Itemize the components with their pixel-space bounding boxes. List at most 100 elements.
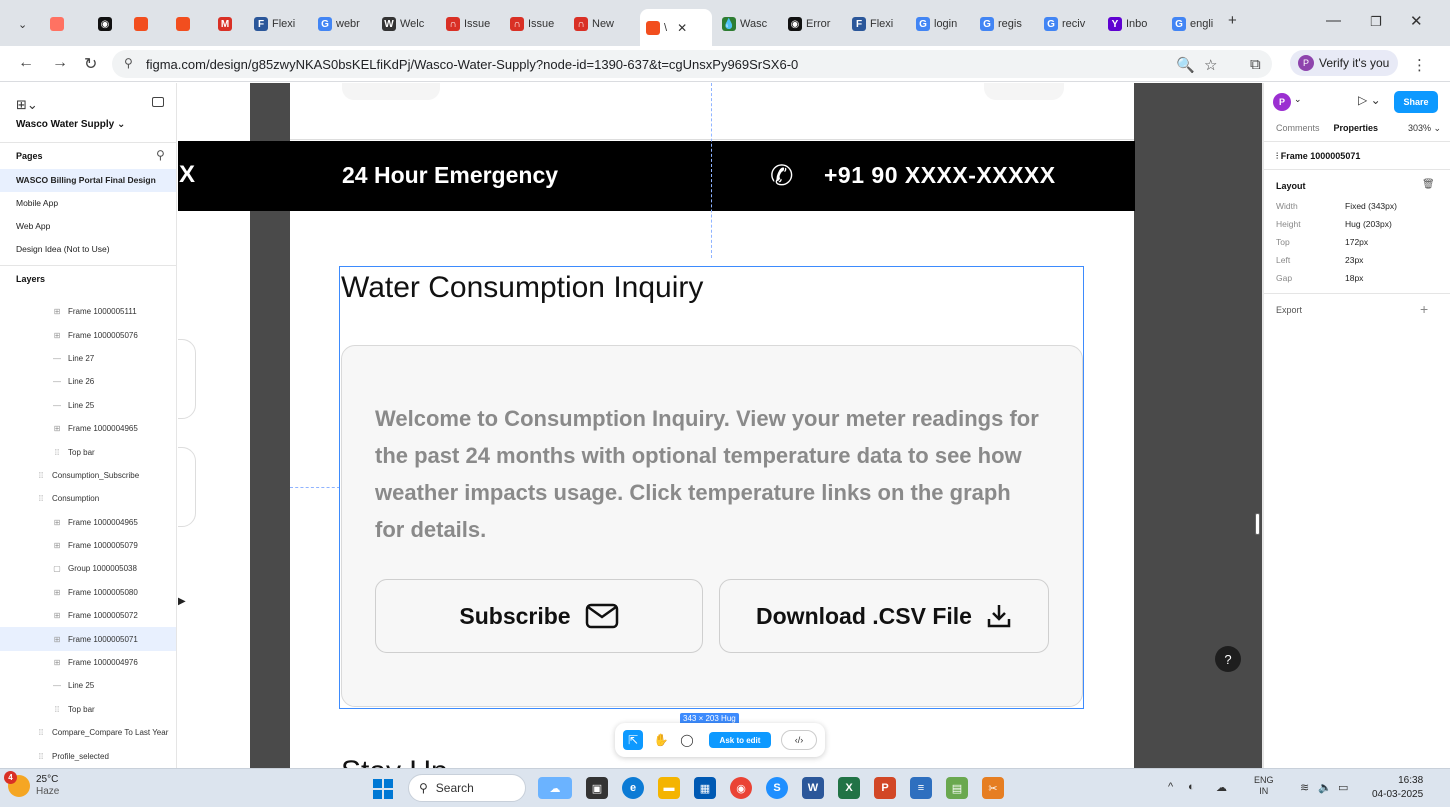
store-icon[interactable]: ▦ [694,777,716,799]
search-icon[interactable]: ⚲ [156,148,165,162]
tab-10[interactable]: ∩ New [568,11,634,37]
download-csv-button[interactable]: Download .CSV File [719,579,1049,653]
layer-item[interactable]: ⊞ Frame 1000005076 [0,323,176,346]
comment-tool-icon[interactable]: ◯ [677,730,697,750]
site-info-icon[interactable]: ⚲ [124,56,133,70]
hand-tool-icon[interactable]: ✋ [651,730,671,750]
layer-item[interactable]: ⊞ Frame 1000004965 [0,511,176,534]
back-arrow-icon[interactable]: ← [18,54,34,72]
dev-mode-toggle-icon[interactable]: ‹/› [781,730,817,750]
forward-arrow-icon[interactable]: → [52,54,68,72]
extensions-icon[interactable]: ⧉ [1250,56,1261,73]
layer-item[interactable]: ⊞ Frame 1000005111 [0,300,176,323]
move-tool-icon[interactable]: ⇱ [623,730,643,750]
new-tab-icon[interactable]: + [1228,12,1237,29]
layer-item[interactable]: ▢ Group 1000005038 [0,557,176,580]
ask-to-edit-button[interactable]: Ask to edit [709,732,771,748]
page-item[interactable]: Web App [0,215,176,238]
export-title[interactable]: Export [1276,305,1302,315]
scroll-handle[interactable] [1255,513,1260,535]
tab-8[interactable]: ∩ Issue [440,11,500,37]
design-canvas[interactable]: ▶ X 24 Hour Emergency ✆ +91 90 XXXX-XXXX… [178,83,1263,768]
bookmark-star-icon[interactable]: ☆ [1204,56,1217,74]
tab-14[interactable]: F Flexi [846,11,906,37]
layer-item[interactable]: — Line 26 [0,370,176,393]
skype-icon[interactable]: S [766,777,788,799]
tab-9[interactable]: ∩ Issue [504,11,564,37]
taskbar-search[interactable]: ⚲ Search [408,774,526,802]
tab-1[interactable]: ◉ [92,11,114,37]
figma-menu-icon[interactable]: ⊞⌄ [16,97,38,113]
tab-18[interactable]: Y Inbo [1102,11,1162,37]
tab-2[interactable] [128,11,150,37]
chevron-down-icon[interactable]: ⌄ [1294,94,1302,105]
word-icon[interactable]: W [802,777,824,799]
layer-item[interactable]: ⁞⁞ Profile_selected [0,744,176,767]
tab-13[interactable]: ◉ Error [782,11,842,37]
tab-5[interactable]: F Flexi [248,11,308,37]
layer-item[interactable]: ⊞ Frame 1000005072 [0,604,176,627]
present-icon[interactable]: ▷ ⌄ [1358,93,1381,107]
notepad-icon[interactable]: ≡ [910,777,932,799]
tab-3[interactable] [170,11,192,37]
powerpoint-icon[interactable]: P [874,777,896,799]
window-close-icon[interactable]: ✕ [1410,12,1423,30]
chrome-icon[interactable]: ◉ [730,777,752,799]
add-export-icon[interactable]: + [1420,301,1428,317]
widgets-icon[interactable]: ☁ [538,777,572,799]
tab-7[interactable]: W Welc [376,11,436,37]
more-menu-icon[interactable]: ⋮ [1412,56,1427,74]
page-item[interactable]: Design Idea (Not to Use) [0,238,176,261]
layer-item[interactable]: ⊞ Frame 1000004976 [0,651,176,674]
layer-item[interactable]: ⊞ Frame 1000004965 [0,417,176,440]
sidebar-toggle-icon[interactable] [152,97,164,107]
layer-item[interactable]: — Line 25 [0,394,176,417]
restore-icon[interactable]: ❐ [1370,14,1382,30]
edge-icon[interactable]: e [622,777,644,799]
layer-item[interactable]: ⁞⁞ Top bar [0,698,176,721]
inquiry-card[interactable]: Welcome to Consumption Inquiry. View you… [341,345,1083,707]
cloud-icon[interactable]: ☁ [1216,781,1227,794]
tab-19[interactable]: Gengli [1166,11,1222,37]
help-button[interactable]: ? [1215,646,1241,672]
reload-icon[interactable]: ↻ [84,54,97,74]
language-indicator[interactable]: ENG IN [1254,775,1274,797]
layer-item[interactable]: ⊞ Frame 1000005080 [0,581,176,604]
layer-item[interactable]: — Line 25 [0,674,176,697]
tab-properties[interactable]: Properties [1334,123,1379,133]
tab-active[interactable]: \ ✕ [640,9,712,46]
weather-widget[interactable]: 4 25°C Haze [4,771,59,798]
tab-0[interactable] [44,11,66,37]
network-app-icon[interactable]: ◐ [1188,781,1195,793]
layer-item[interactable]: ⊞ Frame 1000005079 [0,534,176,557]
tab-comments[interactable]: Comments [1276,123,1320,133]
layer-item[interactable]: ⁞⁞ Consumption_Subscribe [0,464,176,487]
task-view-icon[interactable]: ▣ [586,777,608,799]
verify-button[interactable]: P Verify it's you [1290,50,1398,76]
layer-item[interactable]: ⁞⁞ Consumption [0,487,176,510]
url-text[interactable]: figma.com/design/g85zwyNKAS0bsKELfiKdPj/… [146,57,798,72]
tab-15[interactable]: Glogin [910,11,970,37]
layer-item[interactable]: ⁞⁞ Top bar [0,440,176,463]
tab-16[interactable]: Gregis [974,11,1034,37]
windows-start-icon[interactable] [373,779,393,799]
chevron-up-icon[interactable]: ^ [1168,781,1173,793]
file-explorer-icon[interactable]: ▬ [658,777,680,799]
page-item[interactable]: WASCO Billing Portal Final Design [0,169,176,192]
layer-item[interactable]: — Line 27 [0,347,176,370]
tab-4[interactable]: M [212,11,234,37]
clock[interactable]: 16:38 04-03-2025 [1372,774,1423,802]
close-icon[interactable]: ✕ [677,21,687,35]
layer-item[interactable]: ⊞ Frame 1000005071 [0,627,176,651]
volume-icon[interactable]: 🔈 [1318,781,1332,794]
project-icon[interactable]: ▤ [946,777,968,799]
subscribe-button[interactable]: Subscribe [375,579,703,653]
share-button[interactable]: Share [1394,91,1438,113]
trash-icon[interactable]: 🗑 [1422,179,1435,190]
tab-17[interactable]: Greciv [1038,11,1098,37]
battery-icon[interactable]: ▭ [1338,781,1348,794]
excel-icon[interactable]: X [838,777,860,799]
zoom-control[interactable]: 303% ⌄ [1408,123,1441,134]
tab-6[interactable]: Gwebr [312,11,372,37]
omnibox[interactable]: ⚲ figma.com/design/g85zwyNKAS0bsKELfiKdP… [112,50,1272,78]
